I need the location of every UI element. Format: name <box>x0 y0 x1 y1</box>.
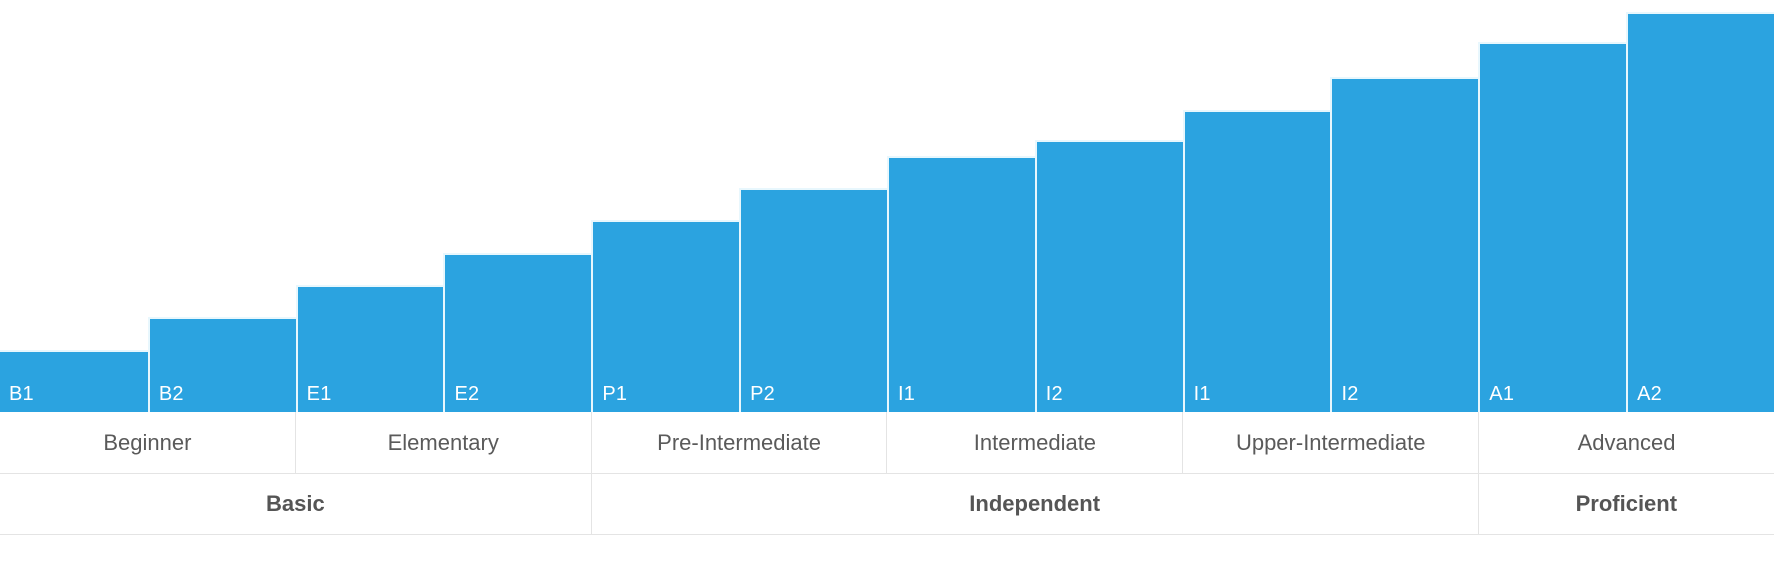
bar-label: B2 <box>158 383 184 405</box>
bar-cell: B2 <box>147 0 296 412</box>
bar-cell: A2 <box>1626 0 1774 412</box>
level-cell: Intermediate <box>887 412 1184 473</box>
bar-label: E1 <box>306 383 332 405</box>
bar-label: E2 <box>454 383 480 405</box>
bar-cell: A1 <box>1478 0 1627 412</box>
bar-label: P1 <box>602 383 628 405</box>
level-cell: Pre-Intermediate <box>592 412 888 473</box>
bar-cell: I2 <box>1330 0 1479 412</box>
level-cell: Elementary <box>296 412 592 473</box>
bar: P1 <box>591 220 740 412</box>
bar: B1 <box>0 350 148 412</box>
group-cell: Independent <box>592 474 1479 534</box>
bar: I2 <box>1330 77 1479 412</box>
bar-label: P2 <box>750 383 776 405</box>
bar-label: B1 <box>9 383 34 405</box>
bar: E2 <box>443 253 592 412</box>
bar-label: I2 <box>1341 383 1359 405</box>
level-name-row: Beginner Elementary Pre-Intermediate Interm… <box>0 412 1774 474</box>
bar-cell: P1 <box>591 0 740 412</box>
bar: E1 <box>295 285 444 412</box>
bar: I2 <box>1034 140 1183 412</box>
bar-cell: B1 <box>0 0 148 412</box>
bar: A1 <box>1478 42 1627 412</box>
bar-cell: E1 <box>295 0 444 412</box>
proficiency-group-row: Basic Independent Proficient <box>0 474 1774 535</box>
bar-label: I1 <box>897 383 916 405</box>
bar-cell: I2 <box>1034 0 1183 412</box>
bar-label: I2 <box>1045 383 1063 405</box>
bar-cell: P2 <box>739 0 887 412</box>
cefr-level-chart: B1 B2 E1 E2 P1 P2 I1 I2 I1 I2 A1 A2 Beginner Element… <box>0 0 1774 580</box>
bar-cell: I1 <box>1182 0 1331 412</box>
bar-label: A1 <box>1489 383 1515 405</box>
bar-cell: I1 <box>886 0 1035 412</box>
level-cell: Beginner <box>0 412 296 473</box>
group-cell: Proficient <box>1575 491 1678 516</box>
bar: A2 <box>1626 12 1774 412</box>
level-cell: Advanced <box>1577 429 1676 455</box>
bar-label: I1 <box>1193 383 1211 405</box>
bar: I1 <box>1182 110 1331 412</box>
bar-label: A2 <box>1637 383 1662 405</box>
bar: B2 <box>147 317 296 412</box>
bar-chart-bars: B1 B2 E1 E2 P1 P2 I1 I2 I1 I2 A1 A2 <box>0 0 1774 412</box>
bar: I1 <box>886 156 1035 412</box>
bar-cell: E2 <box>443 0 592 412</box>
bar: P2 <box>739 188 887 412</box>
group-cell: Basic <box>0 474 592 534</box>
level-cell: Upper-Intermediate <box>1183 412 1480 473</box>
